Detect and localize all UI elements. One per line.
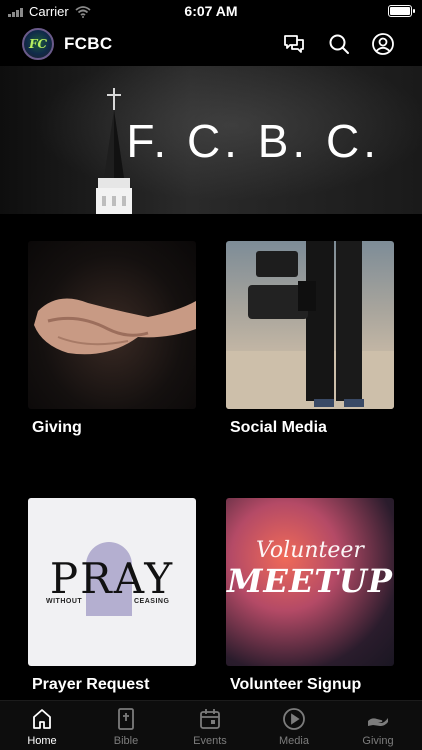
tab-label: Giving xyxy=(362,735,394,747)
card-giving[interactable]: Giving xyxy=(28,241,196,436)
top-navbar: FC FCBC xyxy=(0,22,422,66)
bottom-tab-bar: Home Bible Events Media Giving xyxy=(0,700,422,750)
tab-label: Media xyxy=(279,735,309,747)
social-media-image xyxy=(226,241,394,409)
tab-home[interactable]: Home xyxy=(0,707,84,747)
play-icon xyxy=(283,708,305,730)
tab-events[interactable]: Events xyxy=(168,707,252,747)
card-prayer-request[interactable]: PRAY WITHOUT CEASING Prayer Request xyxy=(28,498,196,693)
volunteer-image: Volunteer MEETUP xyxy=(226,498,394,666)
pray-image-text: PRAY xyxy=(49,554,175,603)
card-label: Prayer Request xyxy=(32,676,150,693)
profile-icon[interactable] xyxy=(371,32,395,56)
giving-hand-icon xyxy=(368,718,388,726)
card-label: Volunteer Signup xyxy=(230,676,362,693)
app-logo[interactable]: FC xyxy=(22,28,54,60)
pray-sub-right: CEASING xyxy=(134,598,170,605)
card-label: Social Media xyxy=(230,419,327,436)
camera-operator-illustration xyxy=(226,241,394,409)
hero-banner: F. C. B. C. xyxy=(0,66,422,214)
status-bar: Carrier 6:07 AM xyxy=(0,0,422,22)
tab-bible[interactable]: Bible xyxy=(84,707,168,747)
home-icon xyxy=(33,709,51,729)
battery-icon xyxy=(388,5,415,17)
app-title: FCBC xyxy=(64,34,113,53)
chat-icon[interactable] xyxy=(282,32,306,56)
open-hands-illustration xyxy=(34,298,196,355)
meetup-text: MEETUP xyxy=(227,562,393,600)
card-volunteer-signup[interactable]: Volunteer MEETUP Volunteer Signup xyxy=(226,498,394,693)
tab-giving[interactable]: Giving xyxy=(336,707,420,747)
search-icon[interactable] xyxy=(327,32,351,56)
volunteer-script-text: Volunteer xyxy=(256,538,364,563)
tab-label: Events xyxy=(193,735,227,747)
card-label: Giving xyxy=(32,419,82,436)
logo-text: FC xyxy=(28,37,48,51)
bible-icon xyxy=(118,708,134,730)
giving-image xyxy=(28,241,196,409)
calendar-icon xyxy=(200,709,220,729)
banner-title: F. C. B. C. xyxy=(126,115,380,167)
status-time: 6:07 AM xyxy=(184,3,238,19)
tab-media[interactable]: Media xyxy=(252,707,336,747)
tab-label: Home xyxy=(27,735,57,747)
prayer-image: PRAY WITHOUT CEASING xyxy=(28,498,196,666)
pray-sub-left: WITHOUT xyxy=(46,598,83,605)
tab-label: Bible xyxy=(113,735,139,747)
card-social-media[interactable]: Social Media xyxy=(226,241,394,436)
